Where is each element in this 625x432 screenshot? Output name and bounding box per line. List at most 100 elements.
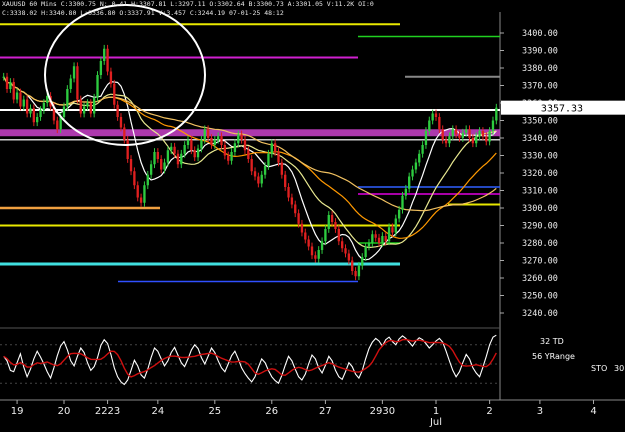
candle-body	[260, 174, 263, 184]
y-tick-label: 3370.00	[522, 82, 558, 92]
candle-body	[116, 104, 119, 117]
candle-body	[166, 150, 170, 163]
candle-body	[267, 153, 270, 166]
candle-body	[15, 92, 19, 100]
candle-body	[273, 143, 277, 152]
annotation-circle	[44, 4, 206, 146]
candle-body	[475, 136, 478, 144]
candle-body	[257, 176, 260, 184]
candle-body	[351, 260, 354, 271]
candle-body	[320, 241, 324, 250]
candle-body	[25, 99, 29, 114]
candle-body	[149, 164, 153, 175]
x-tick-label: 3	[537, 406, 543, 417]
y-tick-label: 3390.00	[522, 47, 558, 57]
candle-body	[424, 131, 428, 145]
candle-body	[106, 48, 109, 72]
x-month-label: Jul	[429, 417, 442, 428]
candle-body	[66, 89, 69, 107]
sto-label: STO	[591, 364, 608, 373]
candle-body	[193, 150, 196, 158]
x-tick-label: 25	[208, 406, 221, 417]
candle-body	[62, 106, 66, 117]
candle-body	[444, 139, 448, 144]
candle-body	[491, 120, 495, 131]
candle-body	[361, 257, 364, 266]
candle-body	[36, 117, 39, 123]
stoch-slow-line	[3, 338, 497, 378]
candle-body	[404, 188, 408, 196]
y-tick-label: 3260.00	[522, 274, 558, 284]
chart-canvas: 3240.00 3250.00 3260.00 3270.00 3280.00 3290.…	[0, 0, 625, 428]
candle-body	[32, 108, 36, 123]
candle-body	[495, 107, 498, 121]
candle-body	[123, 127, 126, 140]
candle-body	[471, 138, 475, 144]
candle-body	[294, 204, 297, 214]
candle-body	[324, 229, 327, 242]
candle-body	[210, 138, 213, 145]
header-line-2: C:3338.02 H:3340.80 L:3336.80 O:3337.91 …	[2, 9, 284, 17]
candle-body	[367, 243, 371, 247]
candle-body	[76, 66, 79, 100]
candle-body	[297, 213, 300, 224]
y-tick-label: 3280.00	[522, 239, 558, 249]
candle-body	[247, 150, 250, 159]
candle-body	[431, 113, 434, 121]
y-tick-label: 3290.00	[522, 222, 558, 232]
x-tick-label: 4	[590, 406, 596, 417]
candle-body	[2, 76, 5, 78]
candle-body	[461, 132, 464, 138]
candle-body	[377, 237, 381, 243]
candle-body	[481, 131, 485, 137]
candle-body	[250, 159, 253, 172]
candle-body	[109, 71, 113, 84]
x-tick-label: 2223	[95, 406, 120, 417]
y-tick-label: 3270.00	[522, 257, 558, 267]
candle-body	[280, 162, 284, 175]
candle-body	[39, 110, 42, 117]
candle-body	[354, 271, 357, 277]
candle-body	[438, 117, 441, 130]
candle-body	[488, 131, 491, 142]
x-tick-label: 2930	[370, 406, 395, 417]
candle-body	[206, 129, 210, 138]
candle-body	[22, 99, 25, 107]
candle-body	[180, 153, 183, 165]
candle-body	[96, 75, 99, 98]
candle-body	[213, 139, 216, 145]
x-tick-label: 1	[433, 406, 439, 417]
candle-body	[364, 246, 367, 257]
candle-body	[485, 136, 488, 142]
candle-body	[160, 159, 163, 170]
candle-body	[200, 139, 203, 149]
candle-body	[173, 146, 176, 154]
candle-body	[86, 103, 89, 107]
candle-body	[300, 223, 304, 233]
candle-body	[143, 185, 146, 203]
candle-body	[340, 241, 344, 249]
candle-body	[327, 215, 330, 229]
candle-body	[136, 185, 139, 198]
candle-body	[69, 78, 72, 89]
candle-body	[464, 129, 468, 133]
candle-body	[190, 139, 193, 151]
candle-body	[381, 236, 384, 243]
candle-body	[79, 99, 82, 114]
candle-body	[428, 120, 431, 131]
chart-header: XAUUSD 60 Mins C:3300.75 N: 0.41 H:3307.…	[2, 0, 374, 18]
candle-body	[12, 82, 15, 100]
candle-body	[441, 129, 444, 140]
candle-body	[337, 229, 340, 242]
candle-body	[99, 61, 103, 75]
candle-body	[220, 136, 223, 145]
candle-body	[243, 139, 247, 151]
candle-body	[227, 155, 230, 161]
candle-body	[314, 255, 317, 259]
stoch-fast-line	[3, 334, 497, 386]
candle-body	[237, 134, 240, 144]
y-tick-label: 3380.00	[522, 64, 558, 74]
candle-body	[478, 131, 481, 137]
candle-body	[196, 148, 200, 158]
y-tick-label: 3340.00	[522, 134, 558, 144]
